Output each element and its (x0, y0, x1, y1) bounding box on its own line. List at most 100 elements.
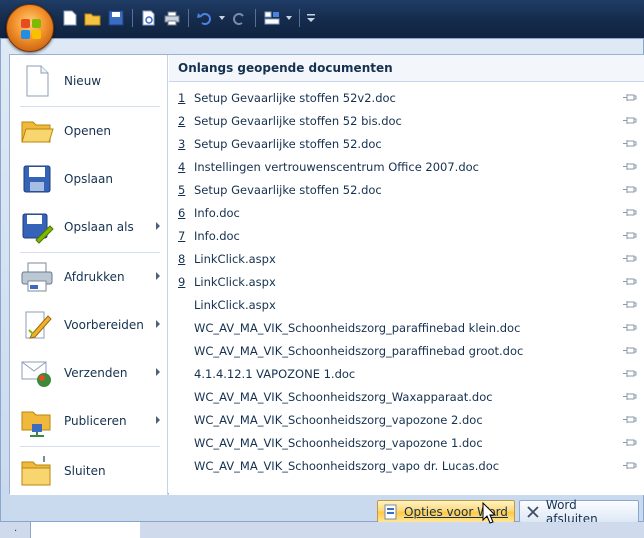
close-folder-icon (21, 456, 51, 486)
recent-document-name: 4.1.4.12.1 VAPOZONE 1.doc (194, 366, 356, 381)
new-document-icon (26, 65, 49, 97)
submenu-arrow-icon (156, 320, 160, 328)
dropdown-icon[interactable] (218, 8, 226, 28)
pin-icon[interactable] (623, 392, 637, 401)
pin-icon[interactable] (623, 438, 637, 447)
command-publish[interactable]: Publiceren (10, 398, 168, 444)
recent-document-number: 1 (178, 90, 186, 105)
menu-content: Nieuw Openen Opslaan Opslaan als Afdrukk… (9, 54, 644, 495)
recent-document-name: LinkClick.aspx (194, 274, 276, 289)
recent-document-name: WC_AV_MA_VIK_Schoonheidszorg_paraffineba… (194, 343, 524, 358)
redo-icon[interactable] (229, 8, 249, 28)
pin-icon[interactable] (623, 116, 637, 125)
quick-access-toolbar (60, 6, 316, 30)
command-prepare[interactable]: Voorbereiden (10, 302, 168, 348)
recent-document-name: WC_AV_MA_VIK_Schoonheidszorg_vapozone 2.… (194, 412, 483, 427)
pin-icon[interactable] (623, 369, 637, 378)
exit-word-button[interactable]: Word afsluiten (519, 498, 639, 526)
recent-document-item[interactable]: WC_AV_MA_VIK_Schoonheidszorg_paraffineba… (169, 316, 644, 339)
recent-document-item[interactable]: 4.1.4.12.1 VAPOZONE 1.doc (169, 362, 644, 385)
command-new[interactable]: Nieuw (10, 58, 168, 104)
save-as-icon (22, 213, 54, 244)
recent-document-item[interactable]: LinkClick.aspx (169, 293, 644, 316)
office-menu: Nieuw Openen Opslaan Opslaan als Afdrukk… (0, 38, 644, 526)
open-icon[interactable] (83, 8, 103, 28)
command-divider (20, 106, 160, 107)
pin-icon[interactable] (623, 254, 637, 263)
command-open[interactable]: Openen (10, 108, 168, 154)
recent-document-item[interactable]: 7 Info.doc (169, 224, 644, 247)
pin-icon[interactable] (623, 139, 637, 148)
recent-document-number: 4 (178, 159, 186, 174)
recent-document-name: Info.doc (194, 228, 240, 243)
recent-document-item[interactable]: 4 Instellingen vertrouwenscentrum Office … (169, 155, 644, 178)
recent-document-name: Setup Gevaarlijke stoffen 52v2.doc (194, 90, 396, 105)
recent-document-number: 9 (178, 274, 186, 289)
recent-documents-pane: Onlangs geopende documenten 1 Setup Gevaa… (169, 55, 644, 495)
recent-document-item[interactable]: 5 Setup Gevaarlijke stoffen 52.doc (169, 178, 644, 201)
recent-documents-title: Onlangs geopende documenten (169, 55, 644, 82)
title-bar (0, 0, 644, 38)
recent-document-number: 6 (178, 205, 186, 220)
publish-icon (21, 411, 51, 437)
recent-document-name: LinkClick.aspx (194, 251, 276, 266)
toolbar-separator (299, 9, 300, 27)
prepare-icon (25, 311, 52, 339)
pin-icon[interactable] (623, 461, 637, 470)
command-send[interactable]: Verzenden (10, 350, 168, 396)
dropdown-icon[interactable] (285, 8, 293, 28)
document-page (30, 522, 140, 538)
save-icon[interactable] (106, 8, 126, 28)
submenu-arrow-icon (156, 272, 160, 280)
command-save[interactable]: Opslaan (10, 156, 168, 202)
recent-documents-list: 1 Setup Gevaarlijke stoffen 52v2.doc 2 Setu… (169, 86, 644, 477)
pin-icon[interactable] (623, 300, 637, 309)
pin-icon[interactable] (623, 323, 637, 332)
recent-document-number: 5 (178, 182, 186, 197)
pin-icon[interactable] (623, 231, 637, 240)
recent-document-item[interactable]: 2 Setup Gevaarlijke stoffen 52 bis.doc (169, 109, 644, 132)
recent-document-item[interactable]: WC_AV_MA_VIK_Schoonheidszorg_Waxapparaat… (169, 385, 644, 408)
command-label: Opslaan (64, 172, 113, 186)
command-save-as[interactable]: Opslaan als (10, 204, 168, 250)
ruler-mark: · (14, 526, 18, 537)
open-folder-icon (21, 121, 54, 143)
command-pane: Nieuw Openen Opslaan Opslaan als Afdrukk… (10, 55, 168, 495)
recent-document-item[interactable]: WC_AV_MA_VIK_Schoonheidszorg_vapo dr. Lu… (169, 454, 644, 477)
recent-document-name: Setup Gevaarlijke stoffen 52.doc (194, 182, 382, 197)
recent-document-item[interactable]: 3 Setup Gevaarlijke stoffen 52.doc (169, 132, 644, 155)
customize-icon[interactable] (262, 8, 282, 28)
print-icon[interactable] (162, 8, 182, 28)
printer-icon (21, 262, 53, 292)
qat-menu-icon[interactable] (306, 8, 316, 28)
undo-icon[interactable] (195, 8, 215, 28)
submenu-arrow-icon (156, 222, 160, 230)
command-print[interactable]: Afdrukken (10, 254, 168, 300)
pin-icon[interactable] (623, 415, 637, 424)
save-disk-icon (23, 165, 51, 193)
pin-icon[interactable] (623, 162, 637, 171)
command-divider (20, 252, 160, 253)
command-label: Opslaan als (64, 220, 134, 234)
recent-document-item[interactable]: 1 Setup Gevaarlijke stoffen 52v2.doc (169, 86, 644, 109)
recent-document-name: Setup Gevaarlijke stoffen 52 bis.doc (194, 113, 402, 128)
pin-icon[interactable] (623, 185, 637, 194)
new-icon[interactable] (60, 8, 80, 28)
pin-icon[interactable] (623, 208, 637, 217)
recent-document-item[interactable]: WC_AV_MA_VIK_Schoonheidszorg_vapozone 1.… (169, 431, 644, 454)
pin-icon[interactable] (623, 277, 637, 286)
toolbar-separator (188, 9, 189, 27)
command-close[interactable]: Sluiten (10, 448, 168, 494)
pin-icon[interactable] (623, 93, 637, 102)
print-preview-icon[interactable] (139, 8, 159, 28)
recent-document-item[interactable]: 8 LinkClick.aspx (169, 247, 644, 270)
toolbar-separator (132, 9, 133, 27)
recent-document-name: Setup Gevaarlijke stoffen 52.doc (194, 136, 382, 151)
recent-document-name: Instellingen vertrouwenscentrum Office 2… (194, 159, 480, 174)
pin-icon[interactable] (623, 346, 637, 355)
recent-document-item[interactable]: 6 Info.doc (169, 201, 644, 224)
office-button[interactable] (6, 4, 54, 52)
recent-document-item[interactable]: WC_AV_MA_VIK_Schoonheidszorg_paraffineba… (169, 339, 644, 362)
recent-document-item[interactable]: 9 LinkClick.aspx (169, 270, 644, 293)
recent-document-item[interactable]: WC_AV_MA_VIK_Schoonheidszorg_vapozone 2.… (169, 408, 644, 431)
